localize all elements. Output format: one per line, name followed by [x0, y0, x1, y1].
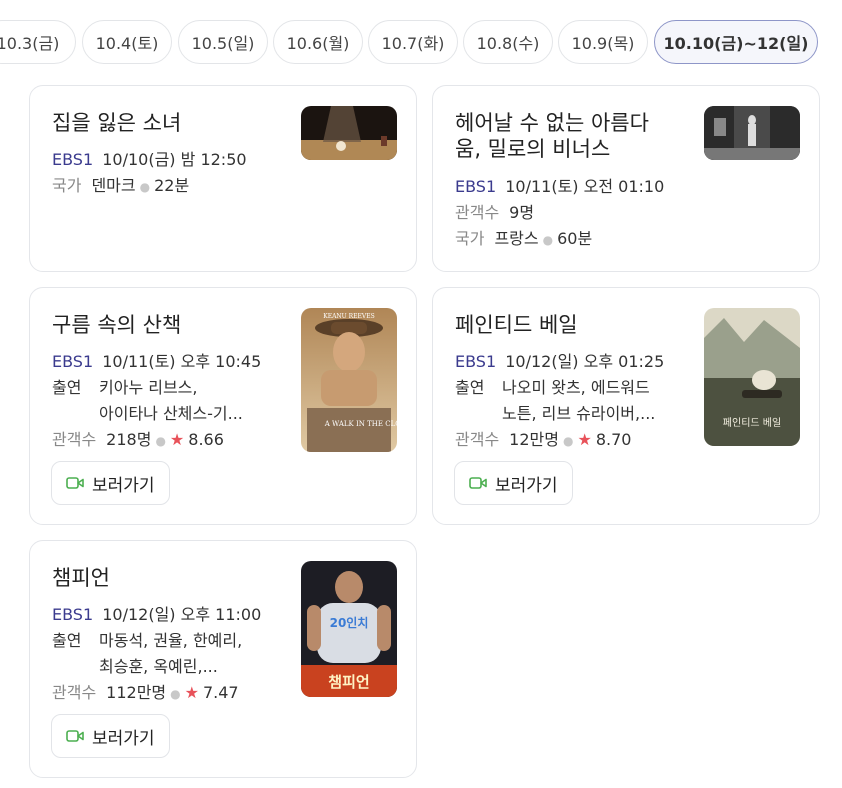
date-tab-10-5[interactable]: 10.5(일) [178, 20, 268, 64]
audience-info: 관객수 218명 ● ★ 8.66 [52, 430, 224, 449]
dark-stage-thumbnail[interactable] [301, 106, 397, 160]
date-tab-10-6[interactable]: 10.6(월) [273, 20, 363, 64]
date-tab-10-3[interactable]: 10.3(금) [0, 20, 76, 64]
broadcast-time: EBS1 10/12(일) 오후 11:00 [52, 605, 262, 624]
program-title[interactable]: 챔피언 [52, 565, 110, 591]
statue-thumbnail[interactable] [704, 106, 800, 160]
cast-list-line2: 최승훈, 옥예린,... [99, 657, 218, 676]
cast-list: 마동석, 권율, 한예리, [99, 631, 243, 650]
svg-text:챔피언: 챔피언 [328, 673, 369, 691]
program-title[interactable]: 구름 속의 산책 [52, 312, 181, 338]
program-title[interactable]: 헤어날 수 없는 아름다 [455, 110, 649, 136]
audience-info: 관객수 12만명 ● ★ 8.70 [455, 430, 632, 449]
channel-name: EBS1 [52, 352, 94, 371]
svg-text:20인치: 20인치 [330, 615, 369, 630]
broadcast-time: EBS1 10/11(토) 오전 01:10 [455, 177, 665, 196]
watch-button[interactable]: 보러가기 [51, 461, 170, 505]
rating: 7.47 [202, 683, 239, 702]
date-tab-10-8[interactable]: 10.8(수) [463, 20, 553, 64]
date-tab-10-4[interactable]: 10.4(토) [82, 20, 172, 64]
star-icon: ★ [184, 683, 199, 702]
cast-list-line2: 노튼, 리브 슈라이버,... [502, 404, 656, 423]
channel-name: EBS1 [455, 177, 497, 196]
program-card[interactable]: 챔피언 EBS1 10/12(일) 오후 11:00 출연 마동석, 권율, 한… [29, 540, 417, 778]
channel-name: EBS1 [52, 150, 94, 169]
cast-label: 출연 [52, 378, 82, 397]
star-icon: ★ [169, 430, 185, 449]
video-camera-icon [469, 477, 487, 489]
broadcast-time: EBS1 10/10(금) 밤 12:50 [52, 150, 247, 169]
program-title[interactable]: 집을 잃은 소녀 [52, 110, 181, 136]
watch-button[interactable]: 보러가기 [454, 461, 573, 505]
star-icon: ★ [577, 430, 592, 449]
program-card[interactable]: 집을 잃은 소녀 EBS1 10/10(금) 밤 12:50 국가 덴마크 ● 22분 [29, 85, 417, 272]
movie-poster[interactable]: 페인티드 베일 [704, 308, 800, 446]
movie-poster[interactable]: KEANU REEVES A WALK IN THE CLOUDS [301, 308, 397, 452]
program-card[interactable]: 헤어날 수 없는 아름다 움, 밀로의 비너스 EBS1 10/11(토) 오전… [432, 85, 820, 272]
cast-list: 나오미 왓츠, 에드워드 [502, 378, 650, 397]
video-camera-icon [66, 730, 84, 742]
rating: 8.66 [188, 430, 224, 449]
program-title[interactable]: 페인티드 베일 [455, 312, 578, 338]
movie-poster[interactable]: 20인치 챔피언 [301, 561, 397, 697]
cast-list-line2: 아이타나 산체스-기... [99, 404, 243, 423]
country-info: 국가 프랑스 ● 60분 [455, 229, 593, 248]
svg-text:A WALK IN THE CLOUDS: A WALK IN THE CLOUDS [324, 420, 397, 428]
cast-list: 키아누 리브스, [99, 378, 198, 397]
country-info: 국가 덴마크 ● 22분 [52, 176, 190, 195]
date-selector: 10.3(금) 10.4(토) 10.5(일) 10.6(월) 10.7(화) … [0, 20, 842, 66]
audience-info: 관객수 112만명 ● ★ 7.47 [52, 683, 239, 702]
svg-text:페인티드 베일: 페인티드 베일 [723, 417, 781, 429]
video-camera-icon [66, 477, 84, 489]
channel-name: EBS1 [52, 605, 94, 624]
program-card[interactable]: 페인티드 베일 EBS1 10/12(일) 오후 01:25 출연 나오미 왓츠… [432, 287, 820, 525]
date-tab-10-7[interactable]: 10.7(화) [368, 20, 458, 64]
broadcast-time: EBS1 10/12(일) 오후 01:25 [455, 352, 665, 371]
date-tab-10-9[interactable]: 10.9(목) [558, 20, 648, 64]
audience-info: 관객수 9명 [455, 203, 535, 222]
date-tab-10-10-12[interactable]: 10.10(금)~12(일) [654, 20, 818, 64]
cast-label: 출연 [455, 378, 485, 397]
program-card[interactable]: 구름 속의 산책 EBS1 10/11(토) 오후 10:45 출연 키아누 리… [29, 287, 417, 525]
channel-name: EBS1 [455, 352, 497, 371]
watch-button[interactable]: 보러가기 [51, 714, 170, 758]
rating: 8.70 [595, 430, 632, 449]
program-title-line2[interactable]: 움, 밀로의 비너스 [455, 136, 610, 162]
svg-text:KEANU REEVES: KEANU REEVES [323, 313, 375, 320]
cast-label: 출연 [52, 631, 82, 650]
broadcast-time: EBS1 10/11(토) 오후 10:45 [52, 352, 262, 371]
